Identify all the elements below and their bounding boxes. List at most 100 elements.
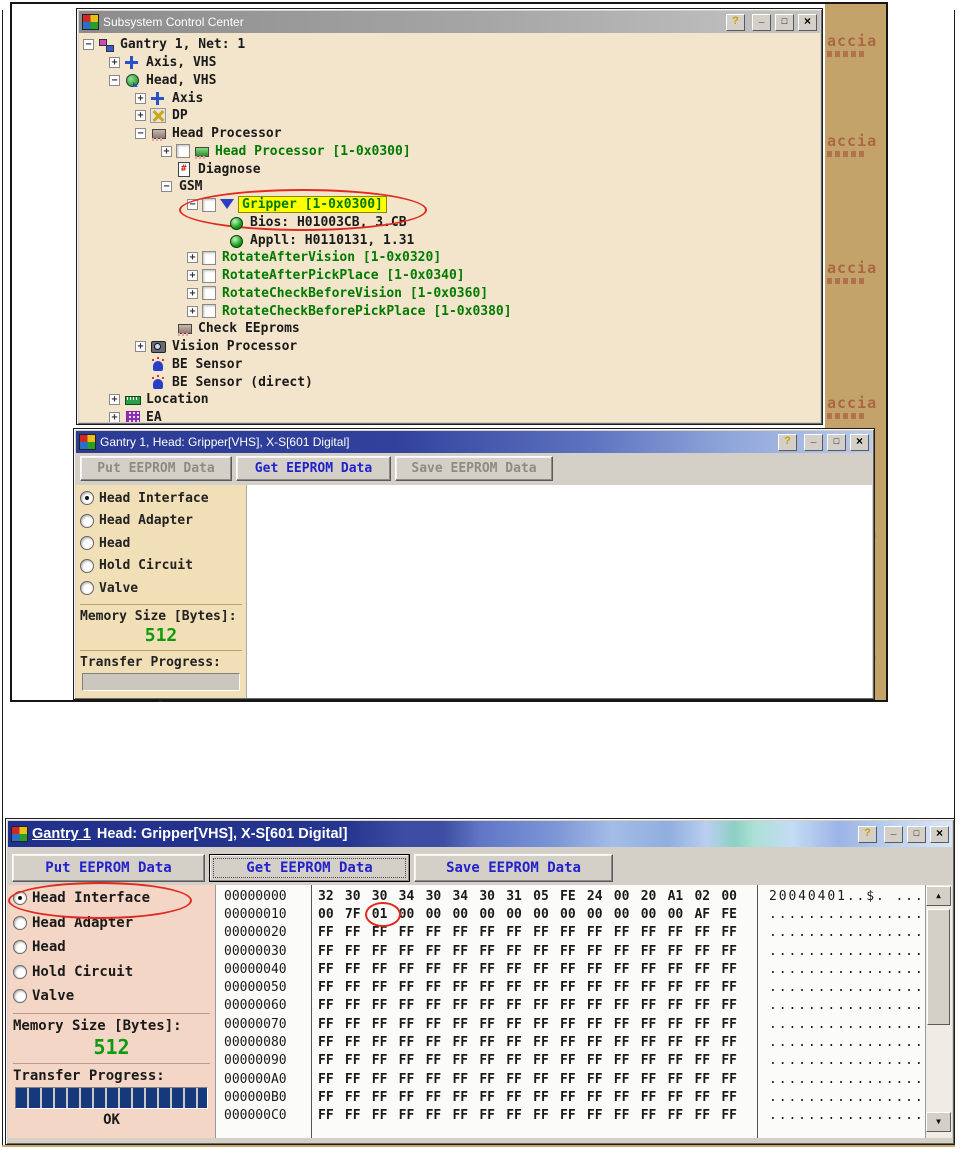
collapse-icon[interactable]: −	[109, 75, 120, 86]
radio-option-head-adapter[interactable]: Head Adapter	[13, 911, 210, 936]
tree-item-label[interactable]: Diagnose	[195, 162, 264, 177]
radio-button[interactable]	[13, 940, 27, 954]
expand-icon[interactable]: +	[109, 394, 120, 405]
tree-item[interactable]: + Head Processor [1-0x0300]	[79, 143, 820, 161]
tree-item-label[interactable]: Head Processor [1-0x0300]	[212, 144, 414, 159]
expand-icon[interactable]: +	[109, 57, 120, 68]
tree-item-label[interactable]: Head, VHS	[143, 73, 219, 88]
tree-item-label[interactable]: Head Processor	[169, 126, 285, 141]
expand-icon[interactable]: +	[135, 93, 146, 104]
get-eeprom-data-button[interactable]: Get EEPROM Data	[236, 456, 391, 481]
tree-item[interactable]: + RotateAfterPickPlace [1-0x0340]	[79, 267, 820, 285]
radio-button[interactable]	[13, 916, 27, 930]
radio-option-hold-circuit[interactable]: Hold Circuit	[80, 555, 242, 578]
tree-item[interactable]: #Diagnose	[79, 160, 820, 178]
radio-option-valve[interactable]: Valve	[80, 577, 242, 600]
expand-icon[interactable]: +	[187, 270, 198, 281]
minimize-button[interactable]: _	[884, 826, 903, 843]
tree-item[interactable]: + Axis	[79, 89, 820, 107]
radio-button[interactable]	[80, 514, 94, 528]
titlebar[interactable]: Subsystem Control Center ? _ □ ×	[79, 11, 820, 33]
collapse-icon[interactable]: −	[161, 181, 172, 192]
tree-item-label[interactable]: GSM	[176, 179, 205, 194]
radio-button[interactable]	[80, 491, 94, 505]
tree-item[interactable]: Bios: H01003CB, 3.CB	[79, 214, 820, 232]
tree-checkbox[interactable]	[202, 286, 216, 300]
tree-item[interactable]: +RotateCheckBeforePickPlace [1-0x0380]	[79, 302, 820, 320]
tree-item-label[interactable]: RotateAfterPickPlace [1-0x0340]	[219, 268, 468, 283]
scroll-up-icon[interactable]: ▲	[926, 886, 951, 906]
radio-option-head[interactable]: Head	[13, 935, 210, 960]
tree-item[interactable]: −Gantry 1, Net: 1	[79, 36, 820, 54]
put-eeprom-data-button[interactable]: Put EEPROM Data	[80, 456, 232, 481]
tree-checkbox[interactable]	[202, 304, 216, 318]
titlebar[interactable]: Gantry 1, Head: Gripper[VHS], X-S[601 Di…	[76, 431, 872, 453]
expand-icon[interactable]: +	[187, 288, 198, 299]
expand-icon[interactable]: +	[187, 252, 198, 263]
help-button[interactable]: ?	[858, 826, 877, 843]
tree-checkbox[interactable]	[176, 144, 190, 158]
radio-option-head-interface[interactable]: Head Interface	[13, 886, 210, 911]
tree-item-label[interactable]: Gantry 1, Net: 1	[117, 37, 248, 52]
tree-checkbox[interactable]	[202, 269, 216, 283]
close-button[interactable]: ×	[930, 826, 949, 843]
gantry-link[interactable]: Gantry 1	[32, 826, 91, 842]
expand-icon[interactable]: +	[135, 110, 146, 121]
tree-item[interactable]: Appll: H0110131, 1.31	[79, 231, 820, 249]
tree-item-label[interactable]: Axis, VHS	[143, 55, 219, 70]
put-eeprom-data-button[interactable]: Put EEPROM Data	[12, 854, 205, 882]
tree-item-label[interactable]: Appll: H0110131, 1.31	[247, 233, 417, 248]
tree-item[interactable]: + RotateAfterVision [1-0x0320]	[79, 249, 820, 267]
scroll-down-icon[interactable]: ▼	[926, 1112, 951, 1132]
get-eeprom-data-button[interactable]: Get EEPROM Data	[209, 854, 410, 882]
close-button[interactable]: ×	[798, 14, 817, 31]
tree-item[interactable]: −Head Processor	[79, 125, 820, 143]
tree-item-label[interactable]: Bios: H01003CB, 3.CB	[247, 215, 410, 230]
radio-option-valve[interactable]: Valve	[13, 984, 210, 1009]
tree-item[interactable]: + EA	[79, 409, 820, 422]
tree-item[interactable]: + RotateCheckBeforeVision [1-0x0360]	[79, 285, 820, 303]
tree-item-label[interactable]: Axis	[169, 91, 206, 106]
radio-button[interactable]	[13, 965, 27, 979]
tree-item[interactable]: + DP	[79, 107, 820, 125]
tree-item[interactable]: BE Sensor (direct)	[79, 373, 820, 391]
tree-checkbox[interactable]	[202, 198, 216, 212]
tree-item-label[interactable]: Location	[143, 392, 212, 407]
help-button[interactable]: ?	[726, 14, 745, 31]
tree-item-label[interactable]: RotateAfterVision [1-0x0320]	[219, 250, 444, 265]
maximize-button[interactable]: □	[775, 14, 794, 31]
tree-item[interactable]: + Location	[79, 391, 820, 409]
tree-item[interactable]: −GSM	[79, 178, 820, 196]
tree-item-label[interactable]: Gripper [1-0x0300]	[238, 196, 387, 213]
radio-button[interactable]	[80, 559, 94, 573]
expand-icon[interactable]: +	[161, 146, 172, 157]
radio-option-head-adapter[interactable]: Head Adapter	[80, 510, 242, 533]
expand-icon[interactable]: +	[135, 341, 146, 352]
save-eeprom-data-button[interactable]: Save EEPROM Data	[395, 456, 553, 481]
maximize-button[interactable]: □	[907, 826, 926, 843]
titlebar[interactable]: Gantry 1Head: Gripper[VHS], X-S[601 Digi…	[8, 821, 952, 847]
scrollbar-thumb[interactable]	[927, 909, 950, 1025]
radio-button[interactable]	[13, 989, 27, 1003]
tree-item[interactable]: − Head, VHS	[79, 72, 820, 90]
expand-icon[interactable]: +	[109, 412, 120, 422]
minimize-button[interactable]: _	[804, 434, 823, 451]
tree-item-label[interactable]: BE Sensor	[169, 357, 245, 372]
tree-item-label[interactable]: Check EEproms	[195, 321, 303, 336]
radio-button[interactable]	[13, 891, 27, 905]
radio-option-hold-circuit[interactable]: Hold Circuit	[13, 960, 210, 985]
tree-item-label[interactable]: RotateCheckBeforeVision [1-0x0360]	[219, 286, 491, 301]
radio-button[interactable]	[80, 581, 94, 595]
tree-item[interactable]: +Vision Processor	[79, 338, 820, 356]
tree-item[interactable]: − Gripper [1-0x0300]	[79, 196, 820, 214]
maximize-button[interactable]: □	[827, 434, 846, 451]
tree-item-label[interactable]: EA	[143, 410, 165, 422]
tree-item[interactable]: BE Sensor	[79, 356, 820, 374]
help-button[interactable]: ?	[778, 434, 797, 451]
scrollbar[interactable]: ▲ ▼	[925, 885, 952, 1138]
tree-item-label[interactable]: BE Sensor (direct)	[169, 375, 316, 390]
collapse-icon[interactable]: −	[187, 199, 198, 210]
radio-option-head-interface[interactable]: Head Interface	[80, 487, 242, 510]
tree-item-label[interactable]: DP	[169, 108, 191, 123]
minimize-button[interactable]: _	[752, 14, 771, 31]
